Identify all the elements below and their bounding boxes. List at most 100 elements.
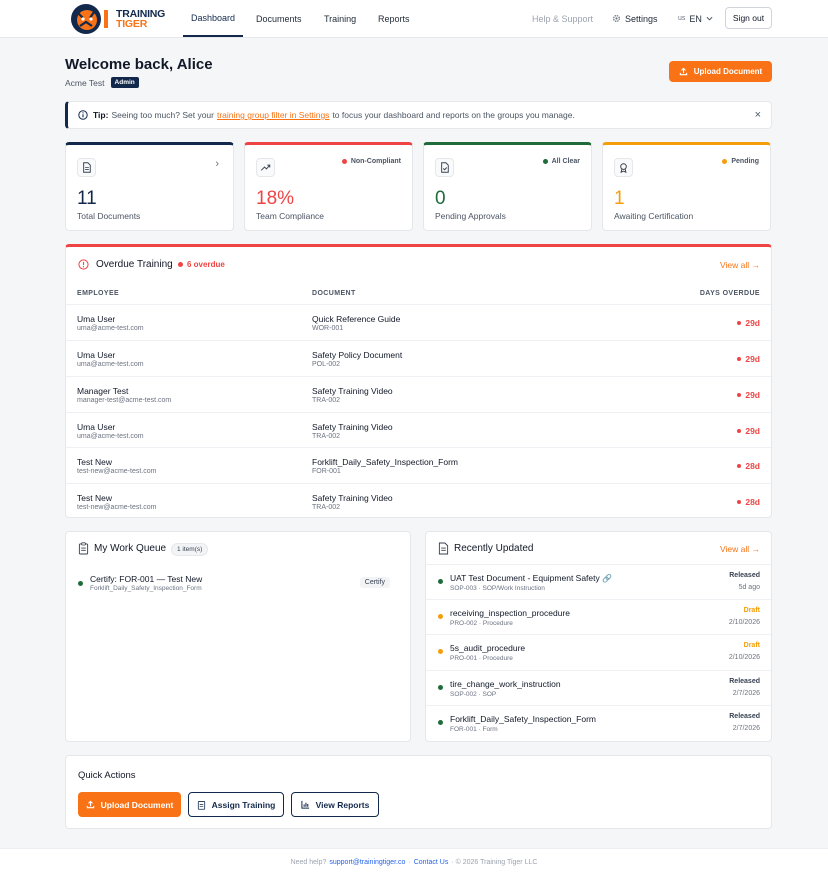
all-clear-label: All Clear: [551, 158, 580, 165]
nav-reports[interactable]: Reports: [378, 0, 410, 37]
stat-card-pending-approvals[interactable]: All Clear 0 Pending Approvals: [423, 142, 592, 231]
tip-text-before: Seeing too much? Set your: [111, 110, 214, 120]
document-title[interactable]: Safety Training Video: [312, 493, 393, 503]
overdue-view-all-link[interactable]: View all →: [720, 260, 760, 270]
assign-training-label: Assign Training: [211, 799, 276, 810]
stat-card-total-documents[interactable]: › 11 Total Documents: [65, 142, 234, 231]
document-title[interactable]: Forklift_Daily_Safety_Inspection_Form: [312, 457, 458, 467]
employee-email: manager-test@acme-test.com: [77, 397, 172, 404]
document-title[interactable]: Safety Training Video: [312, 422, 393, 432]
column-header-employee[interactable]: EMPLOYEE: [77, 290, 119, 297]
my-work-queue-title: My Work Queue: [94, 543, 167, 554]
list-item[interactable]: UAT Test Document - Equipment Safety 🔗 S…: [426, 564, 771, 599]
tip-text-after: to focus your dashboard and reports on t…: [332, 110, 575, 120]
column-header-document[interactable]: DOCUMENT: [312, 290, 356, 297]
view-reports-label: View Reports: [315, 799, 370, 810]
us-flag-icon: us: [678, 15, 686, 22]
document-code: POL-002: [312, 361, 341, 368]
recent-document-title[interactable]: tire_change_work_instruction: [450, 679, 561, 689]
status-dot: [78, 581, 83, 586]
employee-name: Uma User: [77, 350, 116, 360]
awaiting-certification-label: Awaiting Certification: [614, 211, 694, 221]
link-icon: 🔗: [602, 574, 613, 583]
list-item[interactable]: Certify: FOR-001 — Test New Forklift_Dai…: [78, 573, 400, 597]
chevron-right-icon[interactable]: ›: [215, 158, 219, 170]
recent-document-title[interactable]: UAT Test Document - Equipment Safety 🔗: [450, 573, 612, 583]
table-row[interactable]: Uma User uma@acme-test.com Quick Referen…: [66, 304, 771, 340]
recent-document-title[interactable]: receiving_inspection_procedure: [450, 608, 570, 618]
recent-document-title[interactable]: Forklift_Daily_Safety_Inspection_Form: [450, 714, 596, 724]
clipboard-icon: [197, 800, 205, 810]
overdue-count-label: 6 overdue: [187, 260, 225, 269]
quick-actions-title: Quick Actions: [78, 770, 136, 781]
list-item[interactable]: receiving_inspection_procedure PRO-002 ·…: [426, 599, 771, 634]
recent-document-title[interactable]: 5s_audit_procedure: [450, 643, 525, 653]
table-row[interactable]: Uma User uma@acme-test.com Safety Policy…: [66, 340, 771, 376]
pending-tag: Pending: [722, 158, 759, 165]
all-clear-tag: All Clear: [542, 158, 580, 165]
table-row[interactable]: Test New test-new@acme-test.com Forklift…: [66, 447, 771, 483]
table-row[interactable]: Manager Test manager-test@acme-test.com …: [66, 376, 771, 412]
nav-help-support[interactable]: Help & Support: [532, 0, 593, 37]
language-selector[interactable]: us EN: [678, 0, 713, 37]
pending-label: Pending: [731, 158, 759, 165]
list-item[interactable]: tire_change_work_instruction SOP-002 · S…: [426, 670, 771, 705]
training-group-filter-link[interactable]: training group filter in Settings: [217, 110, 329, 120]
team-compliance-value: 18%: [256, 188, 295, 209]
recent-document-status: Draft: [743, 607, 760, 614]
recent-document-meta: PRO-001 · Procedure: [450, 655, 513, 662]
recent-document-meta: PRO-002 · Procedure: [450, 620, 513, 627]
role-badge: Admin: [110, 77, 139, 88]
days-overdue: 28d: [737, 461, 760, 471]
document-title[interactable]: Safety Training Video: [312, 386, 393, 396]
quick-upload-document-button[interactable]: Upload Document: [78, 792, 181, 817]
document-code: FOR-001: [312, 468, 341, 475]
clipboard-icon: [78, 542, 89, 555]
status-dot: [737, 500, 742, 504]
recent-document-date: 2/10/2026: [728, 654, 760, 661]
chevron-down-icon: [706, 16, 713, 21]
tip-banner: Tip: Seeing too much? Set your training …: [65, 101, 772, 129]
assign-training-button[interactable]: Assign Training: [188, 792, 284, 817]
contact-us-link[interactable]: Contact Us: [414, 859, 449, 866]
recent-document-date: 2/7/2026: [732, 690, 760, 697]
recent-document-date: 5d ago: [738, 584, 760, 591]
nav-settings[interactable]: Settings: [612, 0, 658, 37]
document-title[interactable]: Safety Policy Document: [312, 350, 402, 360]
queue-count-badge: 1 item(s): [171, 543, 209, 556]
list-item[interactable]: 5s_audit_procedure PRO-001 · Procedure D…: [426, 634, 771, 669]
table-row[interactable]: Test New test-new@acme-test.com Safety T…: [66, 483, 771, 519]
document-icon: [438, 542, 449, 555]
status-dot: [438, 685, 443, 690]
footer: Need help? support@trainingtiger.co · Co…: [0, 848, 828, 876]
upload-document-button[interactable]: Upload Document: [669, 61, 772, 82]
close-icon[interactable]: ×: [755, 109, 761, 121]
stat-card-awaiting-certification[interactable]: Pending 1 Awaiting Certification: [602, 142, 771, 231]
organization-info: Acme Test Admin: [65, 77, 139, 88]
days-overdue: 29d: [737, 354, 760, 364]
nav-documents[interactable]: Documents: [256, 0, 302, 37]
table-row[interactable]: Uma User uma@acme-test.com Safety Traini…: [66, 412, 771, 448]
support-email-link[interactable]: support@trainingtiger.co: [329, 859, 405, 866]
organization-name: Acme Test: [65, 77, 105, 88]
list-item[interactable]: Forklift_Daily_Safety_Inspection_Form FO…: [426, 705, 771, 740]
brand-logo[interactable]: TRAINING TIGER: [64, 0, 165, 37]
certify-button[interactable]: Certify: [359, 577, 390, 588]
days-overdue-value: 28d: [745, 461, 760, 471]
view-reports-button[interactable]: View Reports: [291, 792, 379, 817]
employee-name: Test New: [77, 457, 112, 467]
nav-dashboard[interactable]: Dashboard: [183, 0, 244, 37]
status-dot: [737, 393, 742, 397]
footer-separator: ·: [408, 859, 411, 866]
employee-email: test-new@acme-test.com: [77, 504, 157, 511]
quick-upload-label: Upload Document: [100, 799, 174, 810]
days-overdue: 28d: [737, 497, 760, 507]
sign-out-button[interactable]: Sign out: [725, 7, 772, 29]
document-title[interactable]: Quick Reference Guide: [312, 314, 400, 324]
recent-view-all-link[interactable]: View all →: [720, 544, 760, 554]
column-header-days-overdue[interactable]: DAYS OVERDUE: [700, 290, 760, 297]
days-overdue: 29d: [737, 426, 760, 436]
nav-training[interactable]: Training: [324, 0, 356, 37]
stat-card-team-compliance[interactable]: Non-Compliant 18% Team Compliance: [244, 142, 413, 231]
bar-chart-icon: [301, 800, 309, 809]
